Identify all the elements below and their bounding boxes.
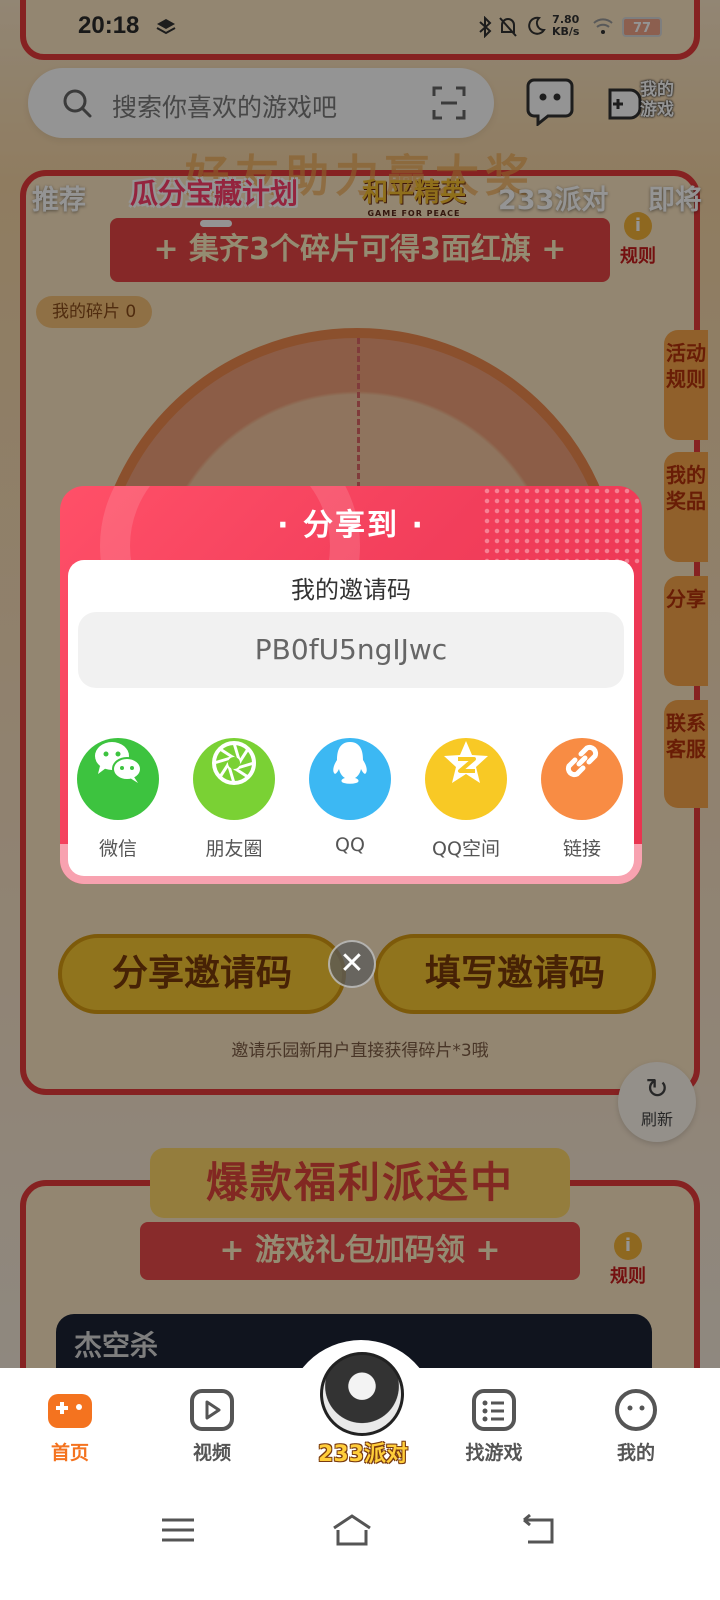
qzone-icon <box>425 738 507 820</box>
list-icon <box>472 1389 516 1431</box>
nav-find-games[interactable]: 找游戏 <box>444 1388 544 1465</box>
share-label: 链接 <box>562 838 601 860</box>
menu-icon[interactable] <box>158 1512 198 1548</box>
nav-find-games-label: 找游戏 <box>465 1442 523 1464</box>
invite-code-label: 我的邀请码 <box>291 576 411 604</box>
profile-face-icon <box>615 1389 657 1431</box>
nav-party-label[interactable]: 233派对 <box>308 1436 418 1468</box>
share-label: QQ <box>335 834 365 856</box>
nav-video-label: 视频 <box>192 1442 231 1464</box>
wechat-icon <box>77 738 159 820</box>
moments-icon <box>193 738 275 820</box>
share-dialog: · 分享到 · 我的邀请码 PB0fU5ngIJwc 微信 朋友圈 QQ QQ空… <box>60 486 642 884</box>
home-icon[interactable] <box>332 1512 372 1548</box>
invite-code-box[interactable]: PB0fU5ngIJwc <box>78 612 624 688</box>
dialog-body: 我的邀请码 PB0fU5ngIJwc 微信 朋友圈 QQ QQ空间 链接 <box>68 560 634 876</box>
share-qzone[interactable]: QQ空间 <box>416 722 516 861</box>
share-moments[interactable]: 朋友圈 <box>184 722 284 861</box>
nav-mine[interactable]: 我的 <box>586 1388 686 1465</box>
nav-video[interactable]: 视频 <box>162 1388 262 1465</box>
share-qq[interactable]: QQ <box>300 722 400 856</box>
nav-home-label: 首页 <box>50 1442 89 1464</box>
nav-home[interactable]: 首页 <box>20 1388 120 1465</box>
close-icon[interactable]: ✕ <box>328 940 376 988</box>
dialog-title: · 分享到 · <box>277 508 425 543</box>
system-nav-bar <box>0 1496 720 1566</box>
qq-icon <box>309 738 391 820</box>
party-avatar[interactable] <box>320 1352 404 1436</box>
share-label: 微信 <box>98 838 137 860</box>
home-gamepad-icon <box>48 1394 92 1428</box>
nav-mine-label: 我的 <box>616 1442 655 1464</box>
share-label: QQ空间 <box>432 838 500 860</box>
back-icon[interactable] <box>518 1512 558 1548</box>
share-wechat[interactable]: 微信 <box>68 722 168 861</box>
share-link[interactable]: 链接 <box>532 722 632 861</box>
share-label: 朋友圈 <box>205 838 263 860</box>
link-icon <box>541 738 623 820</box>
video-icon <box>190 1389 234 1431</box>
